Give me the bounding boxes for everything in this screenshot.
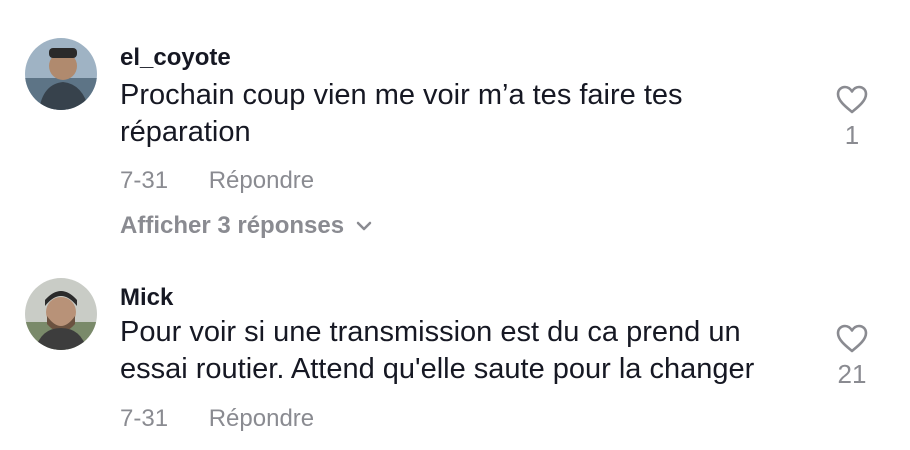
comment-text: Pour voir si une transmission est du ca … — [120, 316, 755, 385]
heart-outline-icon[interactable] — [835, 323, 869, 353]
like-count: 21 — [837, 359, 867, 389]
comment-meta: 7-31 Répondre — [120, 405, 314, 433]
avatar[interactable] — [25, 278, 97, 350]
comment-item: Mick Pour voir si une transmission est d… — [0, 0, 910, 450]
comment-username[interactable]: Mick — [120, 284, 173, 312]
like-group: 21 — [826, 323, 878, 390]
comment-date: 7-31 — [120, 405, 169, 432]
reply-button[interactable]: Répondre — [209, 405, 314, 432]
